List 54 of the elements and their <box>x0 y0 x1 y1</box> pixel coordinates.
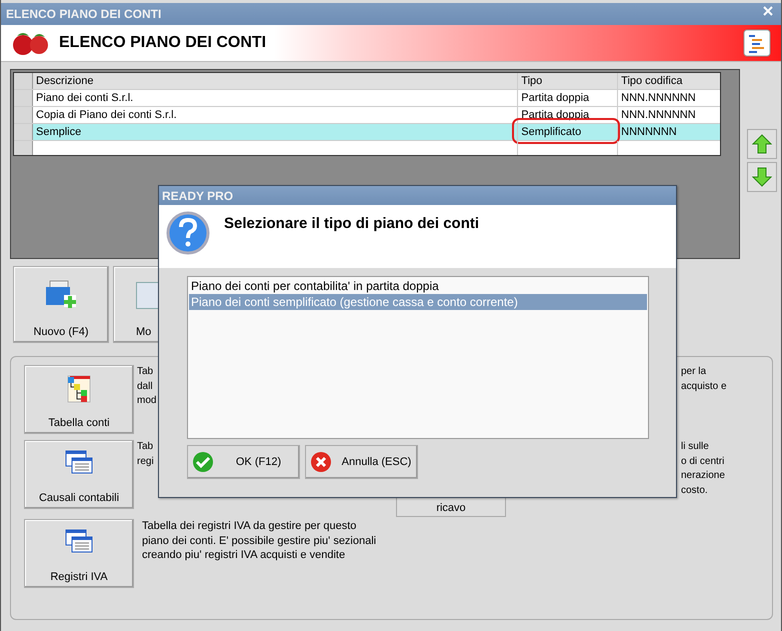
table-cell: Partita doppia <box>518 107 618 123</box>
ok-button[interactable]: OK (F12) <box>187 445 300 479</box>
table-cell-text: NNN.NNNNNN <box>620 91 697 106</box>
list-item[interactable]: Piano dei conti per contabilita' in partita doppia <box>189 278 647 294</box>
section-button[interactable]: Registri IVA <box>24 519 134 588</box>
column-header[interactable]: Descrizione <box>33 73 518 89</box>
check-icon <box>192 451 214 473</box>
description-fragment: dall <box>137 380 153 394</box>
tree-icon <box>66 374 92 404</box>
description-fragment: nerazione <box>681 469 725 483</box>
row-header[interactable] <box>14 124 33 140</box>
section-description: Tabella dei registri IVA da gestire per questo piano dei conti. E' possibile gestire piu' sezionali creando piu' registri IVA acquisti e vendite <box>142 519 378 563</box>
folder-add-icon <box>44 279 78 309</box>
move-down-button[interactable] <box>747 162 777 192</box>
table-cell-text: NNN.NNNNNN <box>620 108 697 123</box>
table-cell: Semplificato <box>518 124 618 140</box>
description-fragment: Tab <box>137 365 154 379</box>
header-title: ELENCO PIANO DEI CONTI <box>59 34 268 52</box>
table-row[interactable]: Piano dei conti S.r.l. Partita doppia NNN.NNNNNN <box>14 90 720 107</box>
toolbar-button[interactable]: Nuovo (F4) <box>13 266 109 343</box>
close-icon[interactable] <box>763 6 773 16</box>
description-fragment: Tab <box>137 440 154 454</box>
question-icon <box>166 211 210 255</box>
close-icon <box>310 451 332 473</box>
description-fragment: acquisto e <box>681 380 727 394</box>
table-cell: Partita doppia <box>518 90 618 106</box>
table-cell: Piano dei conti S.r.l. <box>33 90 518 106</box>
window-title: ELENCO PIANO DEI CONTI <box>6 7 162 21</box>
windows-icon <box>64 449 94 475</box>
column-header[interactable]: Tipo codifica <box>618 73 720 89</box>
row-header[interactable] <box>14 90 33 106</box>
table-cell: Semplice <box>33 124 518 140</box>
description-fragment: regi <box>137 454 154 468</box>
down-arrow-icon <box>752 167 772 187</box>
description-fragment: costo. <box>681 484 708 498</box>
column-header[interactable]: Tipo <box>518 73 618 89</box>
cancel-button[interactable]: Annulla (ESC) <box>305 445 418 479</box>
list-icon[interactable] <box>743 29 771 57</box>
row-header[interactable] <box>14 107 33 123</box>
windows-icon <box>64 528 94 554</box>
table-cell-text: NNNNNNN <box>620 125 678 140</box>
dialog-title: READY PRO <box>162 188 234 202</box>
up-arrow-icon <box>752 134 772 154</box>
description-fragment: li sulle <box>681 440 709 454</box>
document-icon <box>136 282 161 309</box>
description-fragment: o di centri <box>681 454 724 468</box>
table-cell: Copia di Piano dei conti S.r.l. <box>33 107 518 123</box>
row-header <box>14 141 33 155</box>
description-fragment: per la <box>681 365 706 379</box>
dialog-message: Selezionare il tipo di piano dei conti <box>224 215 480 232</box>
section-button[interactable]: Tabella conti <box>24 365 134 434</box>
move-up-button[interactable] <box>747 129 777 159</box>
section-button[interactable]: Causali contabili <box>24 440 134 509</box>
description-fragment: mod <box>137 394 156 408</box>
